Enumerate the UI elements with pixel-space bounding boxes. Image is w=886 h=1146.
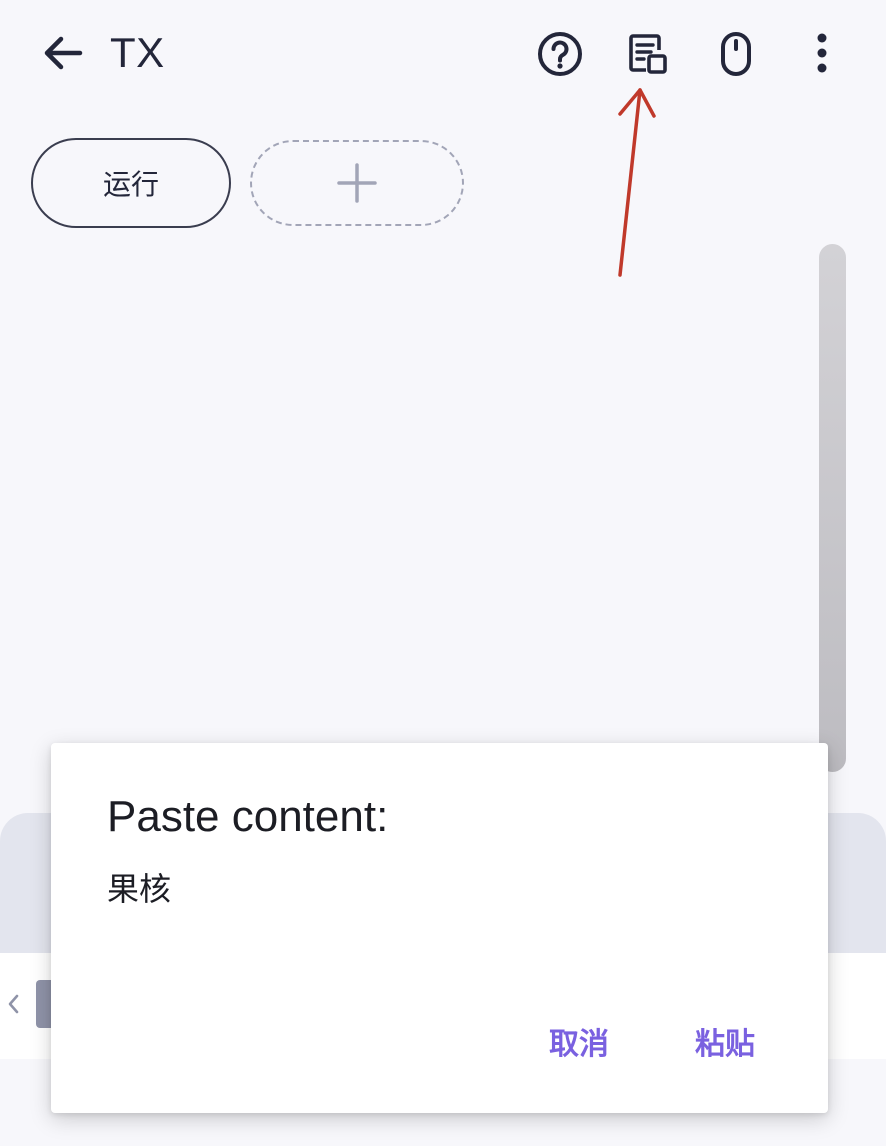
dialog-title: Paste content: xyxy=(107,792,389,841)
add-chip-button[interactable] xyxy=(250,140,464,226)
mouse-icon[interactable] xyxy=(712,30,760,78)
plus-icon xyxy=(337,163,377,203)
scrollbar-thumb[interactable] xyxy=(819,244,846,772)
paste-dialog: Paste content: 果核 取消 粘贴 xyxy=(51,743,828,1113)
annotation-arrow-icon xyxy=(618,88,656,277)
chevron-left-icon[interactable] xyxy=(4,990,22,1018)
more-vertical-icon[interactable] xyxy=(798,30,846,78)
app-bar: TX xyxy=(0,0,886,110)
help-icon[interactable] xyxy=(536,30,584,78)
cancel-button[interactable]: 取消 xyxy=(549,1021,609,1069)
paste-button[interactable]: 粘贴 xyxy=(695,1021,755,1069)
run-chip[interactable]: 运行 xyxy=(31,138,231,228)
paste-clipboard-icon[interactable] xyxy=(624,30,672,78)
dialog-content: 果核 xyxy=(107,870,172,908)
app-title: TX xyxy=(110,29,165,76)
back-arrow-icon[interactable] xyxy=(40,30,86,76)
